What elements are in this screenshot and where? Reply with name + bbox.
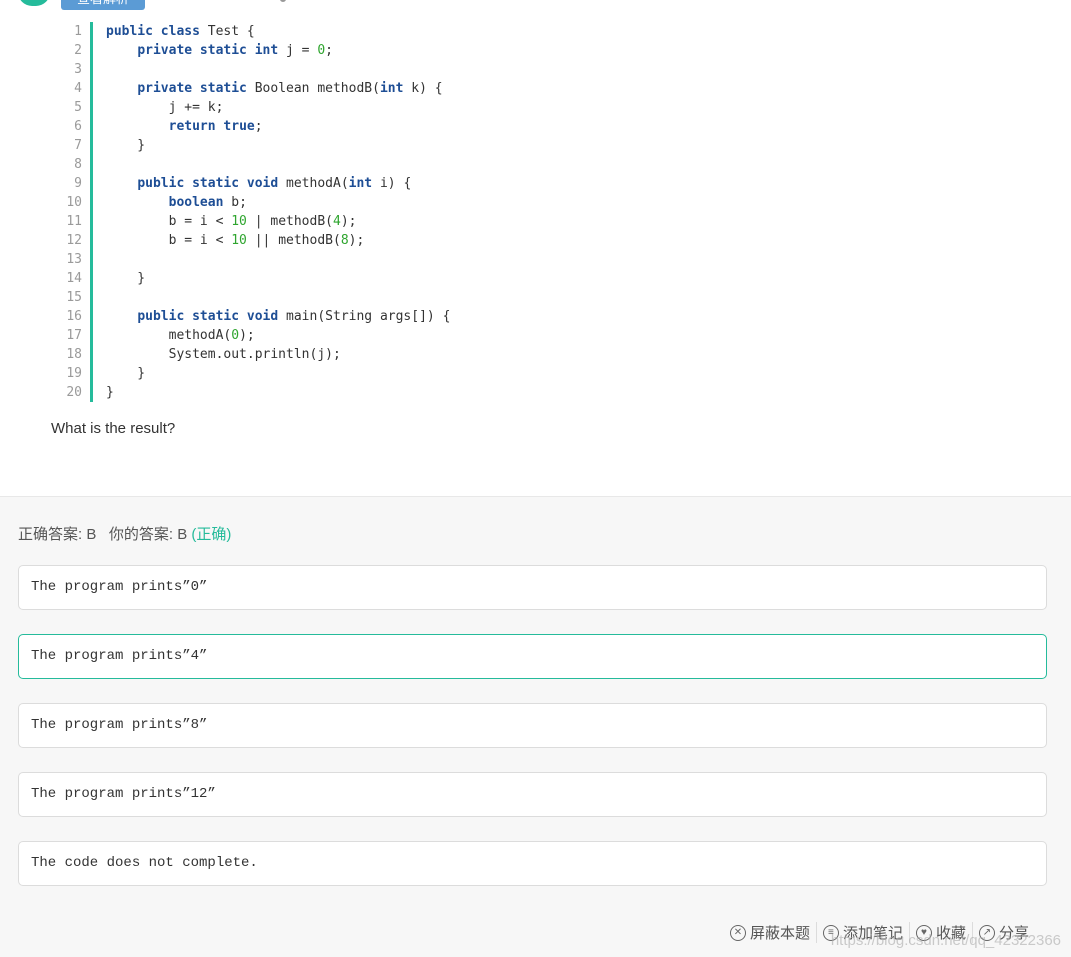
- code-line: 12 b = i < 10 || methodB(8);: [58, 231, 450, 250]
- code-line: 15: [58, 288, 450, 307]
- code-line: 14 }: [58, 269, 450, 288]
- line-number: 4: [74, 81, 82, 96]
- code-line: 9 public static void methodA(int i) {: [58, 174, 450, 193]
- line-number: 19: [66, 366, 82, 381]
- code-line: 2 private static int j = 0;: [58, 41, 450, 60]
- close-circle-icon: ✕: [729, 924, 746, 941]
- line-number: 12: [66, 233, 82, 248]
- line-number: 15: [66, 290, 82, 305]
- option-b[interactable]: The program prints”4”: [18, 634, 1047, 679]
- line-number: 6: [74, 119, 82, 134]
- block-question-button[interactable]: ✕ 屏蔽本题: [724, 922, 816, 943]
- answer-panel: 正确答案: B 你的答案: B (正确) The program prints”…: [0, 496, 1071, 957]
- line-number: 9: [74, 176, 82, 191]
- line-number: 13: [66, 252, 82, 267]
- code-line: 17 methodA(0);: [58, 326, 450, 345]
- code-line: 19 }: [58, 364, 450, 383]
- line-number: 20: [66, 385, 82, 400]
- question-text: What is the result?: [51, 420, 176, 437]
- option-c[interactable]: The program prints”8”: [18, 703, 1047, 748]
- line-number: 7: [74, 138, 82, 153]
- line-number: 8: [74, 157, 82, 172]
- line-number: 14: [66, 271, 82, 286]
- line-number: 2: [74, 43, 82, 58]
- code-line: 6 return true;: [58, 117, 450, 136]
- code-line: 11 b = i < 10 | methodB(4);: [58, 212, 450, 231]
- option-d[interactable]: The program prints”12”: [18, 772, 1047, 817]
- code-line: 10 boolean b;: [58, 193, 450, 212]
- view-analysis-button[interactable]: 查看解析: [61, 0, 145, 10]
- code-line: 1 public class Test {: [58, 22, 450, 41]
- option-e[interactable]: The code does not complete.: [18, 841, 1047, 886]
- line-number: 18: [66, 347, 82, 362]
- line-number: 1: [74, 24, 82, 39]
- line-number: 3: [74, 62, 82, 77]
- line-number: 11: [66, 214, 82, 229]
- watermark: https://blog.csdn.net/qq_42322366: [830, 932, 1061, 949]
- code-line: 18 System.out.println(j);: [58, 345, 450, 364]
- your-answer: 你的答案: B: [108, 526, 188, 543]
- code-line: 13: [58, 250, 450, 269]
- line-number: 16: [66, 309, 82, 324]
- code-block: 1 public class Test { 2 private static in…: [58, 22, 450, 402]
- header-dot: [280, 0, 286, 2]
- block-question-label: 屏蔽本题: [749, 925, 810, 942]
- answer-status: (正确): [191, 526, 232, 543]
- code-line: 8: [58, 155, 450, 174]
- code-line: 20}: [58, 383, 450, 402]
- correct-answer: 正确答案: B: [18, 526, 97, 543]
- code-line: 16 public static void main(String args[]…: [58, 307, 450, 326]
- code-line: 5 j += k;: [58, 98, 450, 117]
- answer-summary: 正确答案: B 你的答案: B (正确): [18, 523, 231, 544]
- line-number: 5: [74, 100, 82, 115]
- line-number: 10: [66, 195, 82, 210]
- line-number: 17: [66, 328, 82, 343]
- code-line: 3: [58, 60, 450, 79]
- option-a[interactable]: The program prints”0”: [18, 565, 1047, 610]
- user-avatar: [18, 0, 50, 6]
- code-line: 4 private static Boolean methodB(int k) …: [58, 79, 450, 98]
- code-line: 7 }: [58, 136, 450, 155]
